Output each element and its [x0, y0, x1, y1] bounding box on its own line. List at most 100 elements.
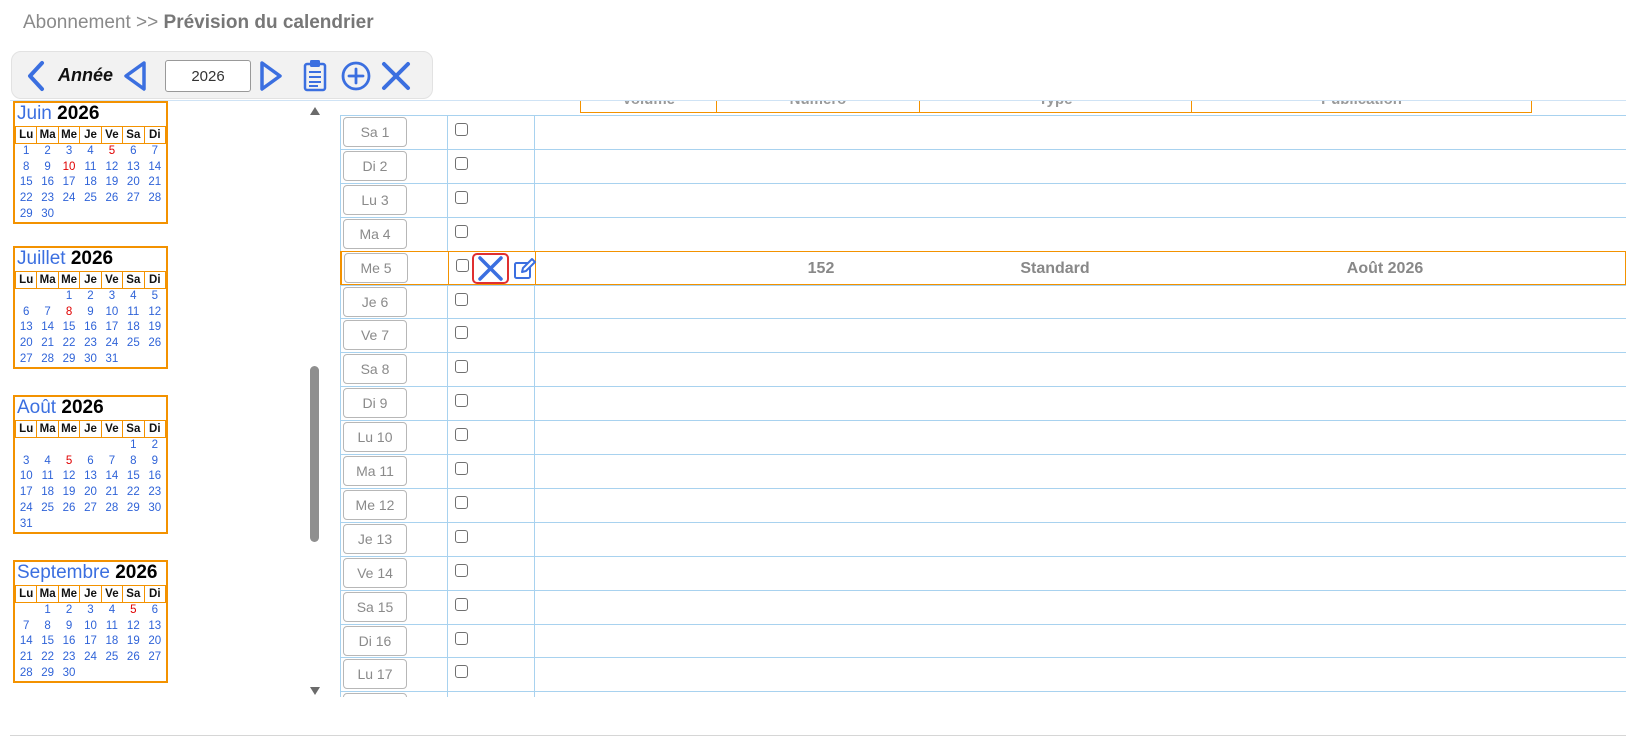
calendar-day[interactable]: 9 [144, 453, 165, 469]
calendar-day[interactable]: 14 [37, 320, 58, 336]
calendar-day[interactable]: 22 [16, 191, 37, 207]
calendar-day[interactable]: 22 [123, 485, 144, 501]
day-button[interactable]: Di 16 [343, 625, 407, 656]
calendar-day[interactable]: 26 [58, 501, 79, 517]
day-checkbox[interactable] [455, 394, 468, 408]
calendar-day[interactable]: 6 [123, 144, 144, 160]
calendar-day[interactable]: 31 [16, 516, 37, 532]
calendar-day[interactable]: 8 [58, 304, 79, 320]
calendar-day[interactable]: 23 [144, 485, 165, 501]
clipboard-icon[interactable] [302, 58, 328, 92]
calendar-day[interactable]: 16 [144, 469, 165, 485]
calendar-day[interactable]: 11 [101, 618, 122, 634]
calendar-day[interactable]: 9 [80, 304, 101, 320]
calendar-day[interactable]: 17 [101, 320, 122, 336]
mini-calendar-month[interactable]: Juin [17, 103, 52, 124]
calendar-day[interactable]: 11 [80, 159, 101, 175]
calendar-day[interactable]: 4 [123, 289, 144, 305]
calendar-day[interactable]: 15 [123, 469, 144, 485]
day-checkbox[interactable] [455, 563, 468, 577]
day-button[interactable]: Di 2 [343, 150, 407, 181]
calendar-day[interactable]: 24 [101, 336, 122, 352]
calendar-day[interactable]: 27 [16, 352, 37, 368]
calendar-day[interactable]: 18 [37, 485, 58, 501]
day-checkbox[interactable] [455, 428, 468, 442]
calendar-day[interactable]: 31 [101, 352, 122, 368]
calendar-day[interactable]: 22 [37, 650, 58, 666]
day-checkbox[interactable] [455, 326, 468, 340]
calendar-day[interactable]: 17 [16, 485, 37, 501]
day-button[interactable]: Sa 15 [343, 591, 407, 622]
mini-calendar-pane[interactable]: Juin 2026 Lu Ma Me Je Ve Sa Di 1 2 3 4 5 6 7 8 9 10 11 12 13… [10, 101, 330, 737]
calendar-day[interactable]: 4 [80, 144, 101, 160]
calendar-day[interactable]: 27 [144, 650, 165, 666]
calendar-day[interactable]: 1 [123, 438, 144, 454]
calendar-day[interactable]: 8 [37, 618, 58, 634]
calendar-day[interactable]: 17 [58, 175, 79, 191]
calendar-day[interactable]: 11 [123, 304, 144, 320]
calendar-day[interactable]: 22 [58, 336, 79, 352]
calendar-day[interactable]: 11 [37, 469, 58, 485]
calendar-day[interactable]: 6 [80, 453, 101, 469]
calendar-day[interactable]: 1 [16, 144, 37, 160]
day-button[interactable]: Me 12 [343, 489, 407, 520]
breadcrumb-parent[interactable]: Abonnement [23, 12, 131, 33]
calendar-day[interactable]: 25 [101, 650, 122, 666]
calendar-day[interactable]: 18 [123, 320, 144, 336]
calendar-day[interactable]: 20 [16, 336, 37, 352]
day-button[interactable]: Sa 8 [343, 354, 407, 385]
day-button[interactable]: Sa 1 [343, 117, 407, 147]
calendar-day[interactable]: 3 [58, 144, 79, 160]
calendar-day[interactable]: 19 [123, 634, 144, 650]
day-button[interactable]: Ve 7 [343, 320, 407, 351]
calendar-day[interactable]: 26 [101, 191, 122, 207]
calendar-day[interactable]: 15 [58, 320, 79, 336]
calendar-day[interactable]: 14 [16, 634, 37, 650]
calendar-scrollbar[interactable] [308, 101, 322, 737]
calendar-day[interactable]: 13 [123, 159, 144, 175]
day-checkbox[interactable] [455, 292, 468, 306]
scroll-down-arrow-icon[interactable] [310, 687, 320, 695]
calendar-day[interactable]: 21 [101, 485, 122, 501]
calendar-day[interactable]: 1 [37, 603, 58, 619]
day-button[interactable]: Ma 4 [343, 218, 407, 249]
day-button[interactable]: Me 5 [344, 252, 408, 283]
calendar-day[interactable]: 12 [58, 469, 79, 485]
calendar-day[interactable]: 2 [80, 289, 101, 305]
calendar-day[interactable]: 29 [37, 666, 58, 682]
calendar-day[interactable]: 13 [16, 320, 37, 336]
calendar-day[interactable]: 28 [37, 352, 58, 368]
mini-calendar-month[interactable]: Septembre [17, 562, 110, 583]
calendar-day[interactable]: 13 [80, 469, 101, 485]
calendar-day[interactable]: 7 [16, 618, 37, 634]
year-input[interactable] [165, 60, 251, 92]
calendar-day[interactable]: 24 [80, 650, 101, 666]
calendar-day[interactable]: 24 [58, 191, 79, 207]
calendar-day[interactable]: 30 [80, 352, 101, 368]
calendar-day[interactable]: 20 [80, 485, 101, 501]
day-checkbox[interactable] [455, 631, 468, 645]
day-button[interactable]: Lu 3 [343, 184, 407, 215]
edit-icon[interactable] [513, 257, 537, 286]
calendar-day[interactable]: 20 [123, 175, 144, 191]
calendar-day[interactable]: 16 [80, 320, 101, 336]
calendar-day[interactable]: 12 [144, 304, 165, 320]
calendar-day[interactable]: 9 [37, 159, 58, 175]
mini-calendar-month[interactable]: Août [17, 397, 56, 418]
calendar-day[interactable]: 27 [123, 191, 144, 207]
calendar-day[interactable]: 21 [37, 336, 58, 352]
calendar-day[interactable]: 16 [37, 175, 58, 191]
calendar-day[interactable]: 21 [16, 650, 37, 666]
calendar-day[interactable]: 10 [58, 159, 79, 175]
day-checkbox[interactable] [455, 123, 468, 136]
calendar-day[interactable]: 7 [101, 453, 122, 469]
calendar-day[interactable]: 18 [101, 634, 122, 650]
calendar-day[interactable]: 7 [37, 304, 58, 320]
calendar-day[interactable]: 8 [123, 453, 144, 469]
calendar-day[interactable]: 3 [101, 289, 122, 305]
day-checkbox[interactable] [455, 665, 468, 679]
calendar-day[interactable]: 1 [58, 289, 79, 305]
calendar-day[interactable]: 5 [58, 453, 79, 469]
calendar-day[interactable]: 18 [80, 175, 101, 191]
calendar-day[interactable]: 10 [80, 618, 101, 634]
